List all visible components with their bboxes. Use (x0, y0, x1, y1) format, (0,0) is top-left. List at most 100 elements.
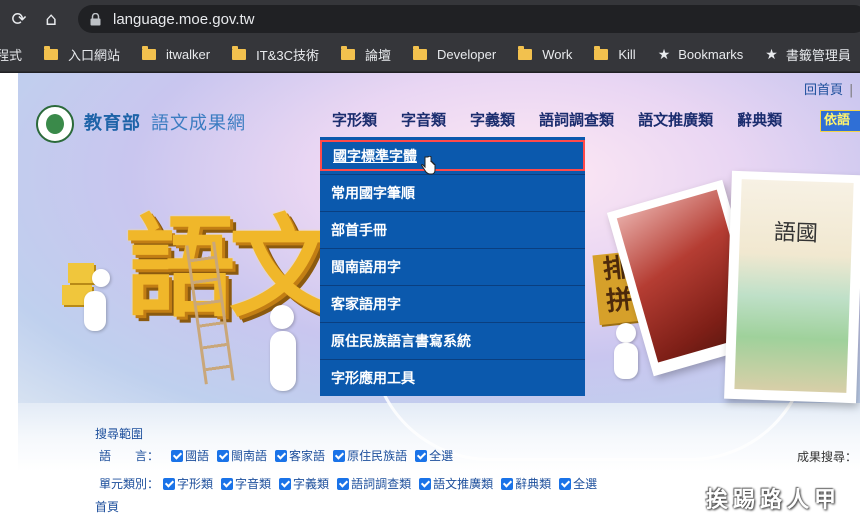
nav-item-glyph[interactable]: 字形類 (332, 109, 377, 130)
nav-item-vocab-survey[interactable]: 語詞調查類 (539, 109, 614, 130)
unit-checkbox[interactable]: 辭典類 (501, 475, 551, 492)
checkbox-checked-icon[interactable] (559, 477, 572, 490)
reload-icon[interactable]: ⟳ (6, 6, 32, 32)
bookmark-item[interactable]: 論壇 (340, 45, 391, 64)
home-link-label: 回首頁 (804, 83, 844, 98)
site-name: 語文成果網 (151, 113, 246, 134)
unit-checkbox-label: 辭典類 (515, 477, 552, 491)
unit-checkbox-label: 語文推廣類 (433, 477, 494, 491)
bookmark-item[interactable]: Developer (412, 46, 497, 62)
site-title[interactable]: 教育部 語文成果網 (84, 109, 246, 135)
textbook-card: 語國 (724, 170, 860, 404)
checkbox-checked-icon[interactable] (279, 477, 292, 490)
bookmark-item[interactable]: IT&3C技術 (232, 45, 319, 64)
unit-checkbox[interactable]: 字形類 (163, 475, 213, 492)
language-checkbox[interactable]: 全選 (415, 447, 453, 464)
unit-checkbox[interactable]: 語文推廣類 (419, 475, 493, 492)
folder-icon (142, 46, 157, 60)
bookmark-label: 程式 (0, 48, 23, 63)
bottom-home-link[interactable]: 首頁 (95, 498, 119, 515)
language-checkbox-label: 閩南語 (231, 449, 268, 463)
unit-checkbox[interactable]: 字音類 (221, 475, 271, 492)
results-search-label: 成果搜尋： (797, 450, 858, 464)
language-checkbox[interactable]: 客家語 (275, 447, 325, 464)
bookmark-label: itwalker (166, 47, 211, 62)
dropdown-item-radical-handbook[interactable]: 部首手冊 (320, 211, 585, 248)
unit-checkbox[interactable]: 全選 (559, 475, 597, 492)
unit-checkbox-label: 字形類 (177, 477, 214, 491)
home-link-separator: | (849, 83, 854, 98)
bookmark-item[interactable]: ★ 書籤管理員 (765, 45, 851, 64)
bookmark-label: 入口網站 (68, 48, 121, 63)
unit-checkbox[interactable]: 字義類 (279, 475, 329, 492)
unit-checkbox[interactable]: 語詞調查類 (337, 475, 411, 492)
bookmark-item[interactable]: 程式 (0, 45, 22, 64)
language-checkbox[interactable]: 閩南語 (217, 447, 267, 464)
language-checkbox[interactable]: 國語 (171, 447, 209, 464)
dropdown-item-glyph-tools[interactable]: 字形應用工具 (320, 359, 585, 396)
nav-item-dictionary[interactable]: 辭典類 (737, 109, 782, 130)
nav-item-meaning[interactable]: 字義類 (470, 109, 515, 130)
checkbox-checked-icon[interactable] (333, 449, 346, 462)
hero-big-text: 語文 (125, 203, 339, 332)
bookmark-item[interactable]: itwalker (142, 46, 211, 62)
unit-checkbox-label: 字音類 (235, 477, 272, 491)
checkbox-checked-icon[interactable] (275, 449, 288, 462)
language-search-tab[interactable]: 依語 (820, 110, 860, 132)
home-icon[interactable]: ⌂ (38, 6, 64, 32)
checkbox-checked-icon[interactable] (171, 449, 184, 462)
web-page: 語文 排拼 語國 教育部 語文成果網 回首頁 | 字形類 字音類 字義類 語詞調查類… (0, 73, 860, 517)
checkbox-checked-icon[interactable] (337, 477, 350, 490)
dropdown-item-indigenous-writing[interactable]: 原住民族語言書寫系統 (320, 322, 585, 359)
bookmark-label: 書籤管理員 (785, 48, 851, 63)
bookmark-item[interactable]: ★ Bookmarks (658, 46, 744, 63)
language-checkbox-row: 語 言： 國語 閩南語 客家語 原住民族語 全選 (99, 447, 461, 464)
dropdown-item-hakka-chars[interactable]: 客家語用字 (320, 285, 585, 322)
bookmark-item[interactable]: 入口網站 (44, 45, 120, 64)
nav-item-promotion[interactable]: 語文推廣類 (638, 109, 713, 130)
bookmark-item[interactable]: Work (518, 46, 573, 62)
folder-icon (44, 46, 59, 60)
language-checkbox-label: 國語 (185, 449, 210, 463)
cartoon-figure (616, 323, 636, 343)
unit-label: 單元類別： (99, 477, 160, 491)
unit-checkbox-label: 字義類 (293, 477, 330, 491)
dropdown-item-stroke-order[interactable]: 常用國字筆順 (320, 174, 585, 211)
cartoon-figure (270, 331, 296, 391)
checkbox-checked-icon[interactable] (501, 477, 514, 490)
nav-item-pronunciation[interactable]: 字音類 (401, 109, 446, 130)
checkbox-checked-icon[interactable] (217, 449, 230, 462)
decorative-block (68, 263, 94, 283)
language-checkbox-label: 客家語 (289, 449, 326, 463)
lock-icon (90, 12, 101, 25)
checkbox-checked-icon[interactable] (415, 449, 428, 462)
folder-icon (232, 46, 247, 60)
language-checkbox-label: 全選 (429, 449, 454, 463)
language-checkbox-label: 原住民族語 (347, 449, 408, 463)
bookmark-label: IT&3C技術 (256, 48, 319, 63)
folder-icon (594, 46, 609, 60)
dropdown-item-minnan-chars[interactable]: 閩南語用字 (320, 248, 585, 285)
org-name: 教育部 (84, 113, 141, 134)
checkbox-checked-icon[interactable] (221, 477, 234, 490)
bookmarks-bar: 程式 入口網站 itwalker IT&3C技術 論壇 Developer Work Kill… (0, 38, 860, 72)
search-range-label: 搜尋範圍 (95, 427, 144, 441)
bookmark-item[interactable]: Kill (594, 46, 636, 62)
unit-checkbox-row: 單元類別： 字形類 字音類 字義類 語詞調查類 語文推廣類 辭典類 全選 (99, 475, 605, 492)
ministry-logo[interactable] (36, 105, 74, 143)
unit-checkbox-label: 語詞調查類 (351, 477, 412, 491)
folder-icon (412, 46, 427, 60)
star-icon: ★ (765, 46, 778, 62)
bookmark-label: Developer (436, 47, 497, 62)
address-bar[interactable]: language.moe.gov.tw (78, 5, 860, 33)
home-link[interactable]: 回首頁 | (804, 79, 853, 98)
checkbox-checked-icon[interactable] (163, 477, 176, 490)
bookmark-label: Work (542, 47, 573, 62)
dropdown-item-standard-fonts[interactable]: 國字標準字體 (320, 140, 585, 171)
bookmark-label: 論壇 (364, 48, 391, 63)
language-checkbox[interactable]: 原住民族語 (333, 447, 407, 464)
bookmark-label: Kill (618, 47, 636, 62)
star-icon: ★ (657, 46, 671, 62)
checkbox-checked-icon[interactable] (419, 477, 432, 490)
folder-icon (518, 46, 533, 60)
